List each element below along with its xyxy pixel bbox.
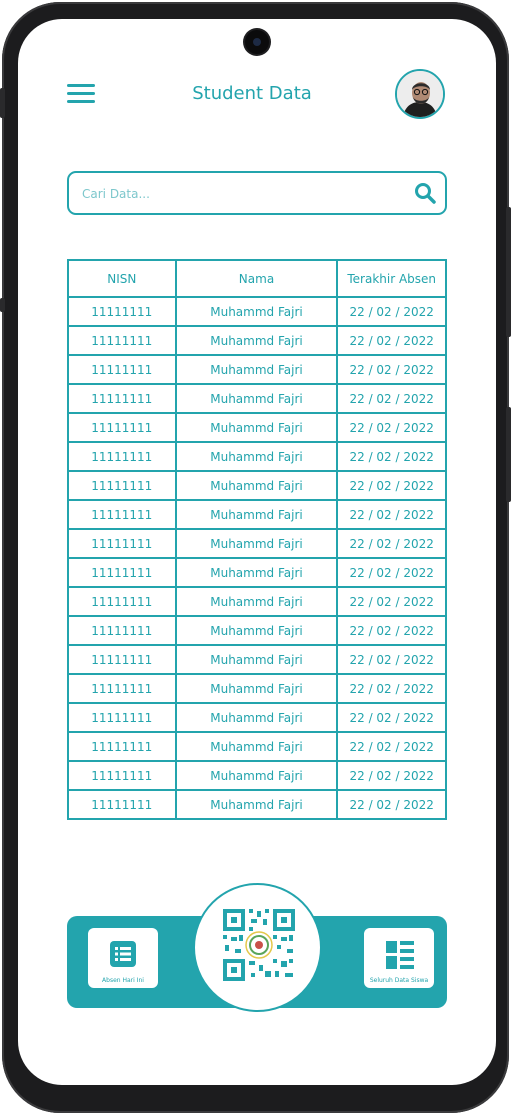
- student-table: NISN Nama Terakhir Absen 11111111 Muhammd…: [67, 259, 447, 820]
- cell-nama: Muhammd Fajri: [174, 615, 339, 646]
- cell-terakhir-absen: 22 / 02 / 2022: [336, 760, 447, 791]
- cell-nisn: 11111111: [67, 499, 177, 530]
- cell-nama: Muhammd Fajri: [174, 673, 339, 704]
- absen-hari-ini-button[interactable]: Absen Hari Ini: [88, 928, 158, 988]
- search-bar: [67, 171, 447, 215]
- cell-nama: Muhammd Fajri: [174, 354, 339, 385]
- table-row[interactable]: 11111111 Muhammd Fajri 22 / 02 / 2022: [67, 731, 447, 762]
- cell-nisn: 11111111: [67, 325, 177, 356]
- seluruh-data-siswa-label: Seluruh Data Siswa: [369, 977, 429, 984]
- phone-side-button: [0, 88, 5, 118]
- search-icon[interactable]: [413, 181, 437, 205]
- cell-nisn: 11111111: [67, 615, 177, 646]
- cell-terakhir-absen: 22 / 02 / 2022: [336, 470, 447, 501]
- phone-side-button: [0, 298, 5, 312]
- cell-terakhir-absen: 22 / 02 / 2022: [336, 702, 447, 733]
- cell-nisn: 11111111: [67, 557, 177, 588]
- cell-nisn: 11111111: [67, 644, 177, 675]
- table-row[interactable]: 11111111 Muhammd Fajri 22 / 02 / 2022: [67, 586, 447, 617]
- table-row[interactable]: 11111111 Muhammd Fajri 22 / 02 / 2022: [67, 789, 447, 820]
- cell-nisn: 11111111: [67, 528, 177, 559]
- cell-nisn: 11111111: [67, 412, 177, 443]
- cell-nisn: 11111111: [67, 586, 177, 617]
- table-row[interactable]: 11111111 Muhammd Fajri 22 / 02 / 2022: [67, 499, 447, 530]
- cell-terakhir-absen: 22 / 02 / 2022: [336, 673, 447, 704]
- cell-terakhir-absen: 22 / 02 / 2022: [336, 441, 447, 472]
- table-row[interactable]: 11111111 Muhammd Fajri 22 / 02 / 2022: [67, 354, 447, 385]
- cell-terakhir-absen: 22 / 02 / 2022: [336, 354, 447, 385]
- cell-nama: Muhammd Fajri: [174, 325, 339, 356]
- cell-nama: Muhammd Fajri: [174, 296, 339, 327]
- absen-hari-ini-label: Absen Hari Ini: [102, 977, 144, 984]
- grid-list-icon: [386, 941, 414, 969]
- table-row[interactable]: 11111111 Muhammd Fajri 22 / 02 / 2022: [67, 470, 447, 501]
- cell-nama: Muhammd Fajri: [174, 528, 339, 559]
- cell-terakhir-absen: 22 / 02 / 2022: [336, 296, 447, 327]
- cell-nisn: 11111111: [67, 731, 177, 762]
- cell-terakhir-absen: 22 / 02 / 2022: [336, 499, 447, 530]
- phone-frame: Student Data Cari Data... NISN Nama Tera…: [0, 2, 511, 1113]
- table-row[interactable]: 11111111 Muhammd Fajri 22 / 02 / 2022: [67, 644, 447, 675]
- front-camera: [245, 30, 269, 54]
- table-row[interactable]: 11111111 Muhammd Fajri 22 / 02 / 2022: [67, 325, 447, 356]
- table-row[interactable]: 11111111 Muhammd Fajri 22 / 02 / 2022: [67, 702, 447, 733]
- cell-terakhir-absen: 22 / 02 / 2022: [336, 325, 447, 356]
- cell-nama: Muhammd Fajri: [174, 586, 339, 617]
- table-row[interactable]: 11111111 Muhammd Fajri 22 / 02 / 2022: [67, 441, 447, 472]
- cell-nama: Muhammd Fajri: [174, 760, 339, 791]
- cell-terakhir-absen: 22 / 02 / 2022: [336, 586, 447, 617]
- column-header-nisn: NISN: [67, 259, 177, 298]
- table-row[interactable]: 11111111 Muhammd Fajri 22 / 02 / 2022: [67, 383, 447, 414]
- cell-terakhir-absen: 22 / 02 / 2022: [336, 615, 447, 646]
- phone-side-button: [506, 407, 511, 502]
- app-screen: Student Data Cari Data... NISN Nama Tera…: [18, 19, 496, 1085]
- table-header-row: NISN Nama Terakhir Absen: [67, 259, 447, 298]
- cell-nama: Muhammd Fajri: [174, 731, 339, 762]
- table-row[interactable]: 11111111 Muhammd Fajri 22 / 02 / 2022: [67, 412, 447, 443]
- cell-nisn: 11111111: [67, 354, 177, 385]
- scan-qr-button[interactable]: [193, 883, 322, 1012]
- cell-nama: Muhammd Fajri: [174, 383, 339, 414]
- cell-nisn: 11111111: [67, 470, 177, 501]
- cell-nisn: 11111111: [67, 702, 177, 733]
- cell-terakhir-absen: 22 / 02 / 2022: [336, 528, 447, 559]
- cell-nisn: 11111111: [67, 441, 177, 472]
- cell-terakhir-absen: 22 / 02 / 2022: [336, 644, 447, 675]
- avatar-photo: [397, 71, 443, 117]
- avatar[interactable]: [395, 69, 445, 119]
- cell-nisn: 11111111: [67, 383, 177, 414]
- qr-code-icon: [223, 909, 295, 981]
- cell-nama: Muhammd Fajri: [174, 412, 339, 443]
- cell-terakhir-absen: 22 / 02 / 2022: [336, 557, 447, 588]
- cell-terakhir-absen: 22 / 02 / 2022: [336, 383, 447, 414]
- cell-nama: Muhammd Fajri: [174, 470, 339, 501]
- column-header-terakhir-absen: Terakhir Absen: [336, 259, 447, 298]
- table-row[interactable]: 11111111 Muhammd Fajri 22 / 02 / 2022: [67, 673, 447, 704]
- cell-nama: Muhammd Fajri: [174, 702, 339, 733]
- table-row[interactable]: 11111111 Muhammd Fajri 22 / 02 / 2022: [67, 528, 447, 559]
- cell-nisn: 11111111: [67, 760, 177, 791]
- page-title: Student Data: [192, 83, 312, 104]
- list-icon: [110, 941, 136, 967]
- cell-nisn: 11111111: [67, 789, 177, 820]
- cell-nama: Muhammd Fajri: [174, 557, 339, 588]
- cell-nisn: 11111111: [67, 673, 177, 704]
- table-row[interactable]: 11111111 Muhammd Fajri 22 / 02 / 2022: [67, 760, 447, 791]
- table-row[interactable]: 11111111 Muhammd Fajri 22 / 02 / 2022: [67, 557, 447, 588]
- table-row[interactable]: 11111111 Muhammd Fajri 22 / 02 / 2022: [67, 615, 447, 646]
- cell-terakhir-absen: 22 / 02 / 2022: [336, 731, 447, 762]
- table-row[interactable]: 11111111 Muhammd Fajri 22 / 02 / 2022: [67, 296, 447, 327]
- cell-nama: Muhammd Fajri: [174, 441, 339, 472]
- cell-nama: Muhammd Fajri: [174, 644, 339, 675]
- seluruh-data-siswa-button[interactable]: Seluruh Data Siswa: [364, 928, 434, 988]
- phone-side-button: [506, 207, 511, 337]
- hamburger-menu-icon[interactable]: [67, 84, 95, 104]
- cell-nisn: 11111111: [67, 296, 177, 327]
- search-input[interactable]: [80, 181, 404, 207]
- column-header-nama: Nama: [174, 259, 339, 298]
- cell-nama: Muhammd Fajri: [174, 789, 339, 820]
- cell-nama: Muhammd Fajri: [174, 499, 339, 530]
- cell-terakhir-absen: 22 / 02 / 2022: [336, 412, 447, 443]
- cell-terakhir-absen: 22 / 02 / 2022: [336, 789, 447, 820]
